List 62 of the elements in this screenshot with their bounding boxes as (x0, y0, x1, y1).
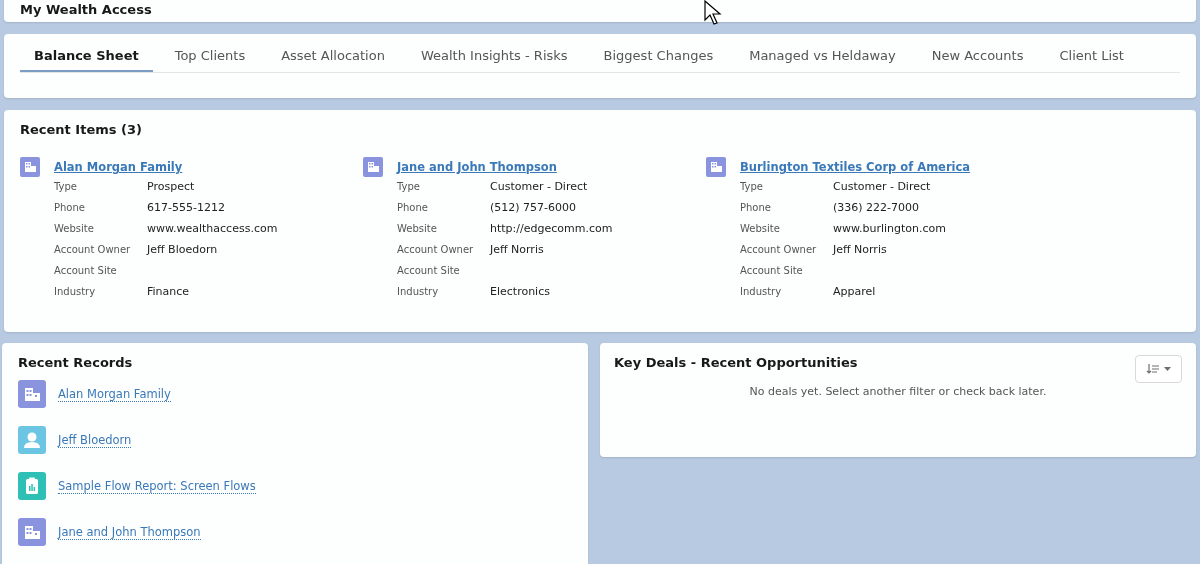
record-link[interactable]: Alan Morgan Family (58, 386, 171, 402)
field-label: Phone (740, 201, 772, 215)
field-label: Type (54, 180, 78, 194)
field-label: Website (54, 222, 95, 236)
sort-icon (1145, 363, 1172, 375)
field-label: Type (740, 180, 764, 194)
account-link[interactable]: Burlington Textiles Corp of America (740, 160, 971, 174)
field-label: Website (397, 222, 438, 236)
building-icon (18, 380, 46, 408)
field-value: Jeff Norris (490, 242, 545, 258)
building-icon (706, 157, 726, 177)
tab[interactable]: New Accounts (917, 44, 1038, 72)
field-value: www.burlington.com (833, 221, 948, 237)
empty-message: No deals yet. Select another filter or check back later. (749, 385, 1047, 398)
field-value: Jeff Norris (833, 242, 888, 258)
building-icon (363, 157, 383, 177)
person-icon (18, 426, 46, 454)
card-title: Recent Records (18, 355, 133, 370)
field-label: Account Owner (397, 243, 475, 257)
field-value: Apparel (833, 284, 877, 300)
tab[interactable]: Wealth Insights - Risks (406, 44, 582, 72)
tab[interactable]: Asset Allocation (267, 44, 399, 72)
field-label: Phone (397, 201, 429, 215)
field-value: http://edgecomm.com (490, 221, 613, 237)
card-title: Key Deals - Recent Opportunities (614, 355, 858, 370)
field-value: (512) 757-6000 (490, 200, 578, 216)
field-label: Phone (54, 201, 86, 215)
field-value: Jeff Bloedorn (147, 242, 219, 258)
field-value: (336) 222-7000 (833, 200, 921, 216)
field-value: Prospect (147, 179, 196, 195)
field-value: Electronics (490, 284, 551, 300)
building-icon (20, 157, 40, 177)
field-label: Type (397, 180, 421, 194)
account-link[interactable]: Alan Morgan Family (54, 160, 183, 174)
record-link[interactable]: Jeff Bloedorn (58, 432, 132, 448)
record-link[interactable]: Jane and John Thompson (58, 524, 201, 540)
record-link[interactable]: Sample Flow Report: Screen Flows (58, 478, 256, 494)
page-title: My Wealth Access (20, 2, 152, 18)
field-label: Industry (397, 285, 440, 299)
tab[interactable]: Managed vs Heldaway (735, 44, 910, 72)
field-label: Account Site (54, 264, 118, 278)
field-label: Industry (740, 285, 783, 299)
field-value: www.wealthaccess.com (147, 221, 278, 237)
field-value: Customer - Direct (833, 179, 932, 195)
field-label: Website (740, 222, 781, 236)
field-label: Account Site (740, 264, 804, 278)
account-link[interactable]: Jane and John Thompson (397, 160, 557, 174)
sort-menu-button[interactable] (1135, 355, 1182, 383)
clipboard-chart-icon (18, 472, 46, 500)
tab[interactable]: Client List (1045, 44, 1138, 72)
tab[interactable]: Balance Sheet (20, 44, 153, 72)
building-icon (18, 518, 46, 546)
field-value: 617-555-1212 (147, 200, 226, 216)
tab[interactable]: Top Clients (160, 44, 260, 72)
field-label: Account Owner (54, 243, 132, 257)
field-value: Finance (147, 284, 191, 300)
field-label: Industry (54, 285, 97, 299)
field-label: Account Site (397, 264, 461, 278)
tab[interactable]: Biggest Changes (589, 44, 728, 72)
field-label: Account Owner (740, 243, 818, 257)
field-value: Customer - Direct (490, 179, 589, 195)
card-title: Recent Items (3) (20, 122, 142, 137)
